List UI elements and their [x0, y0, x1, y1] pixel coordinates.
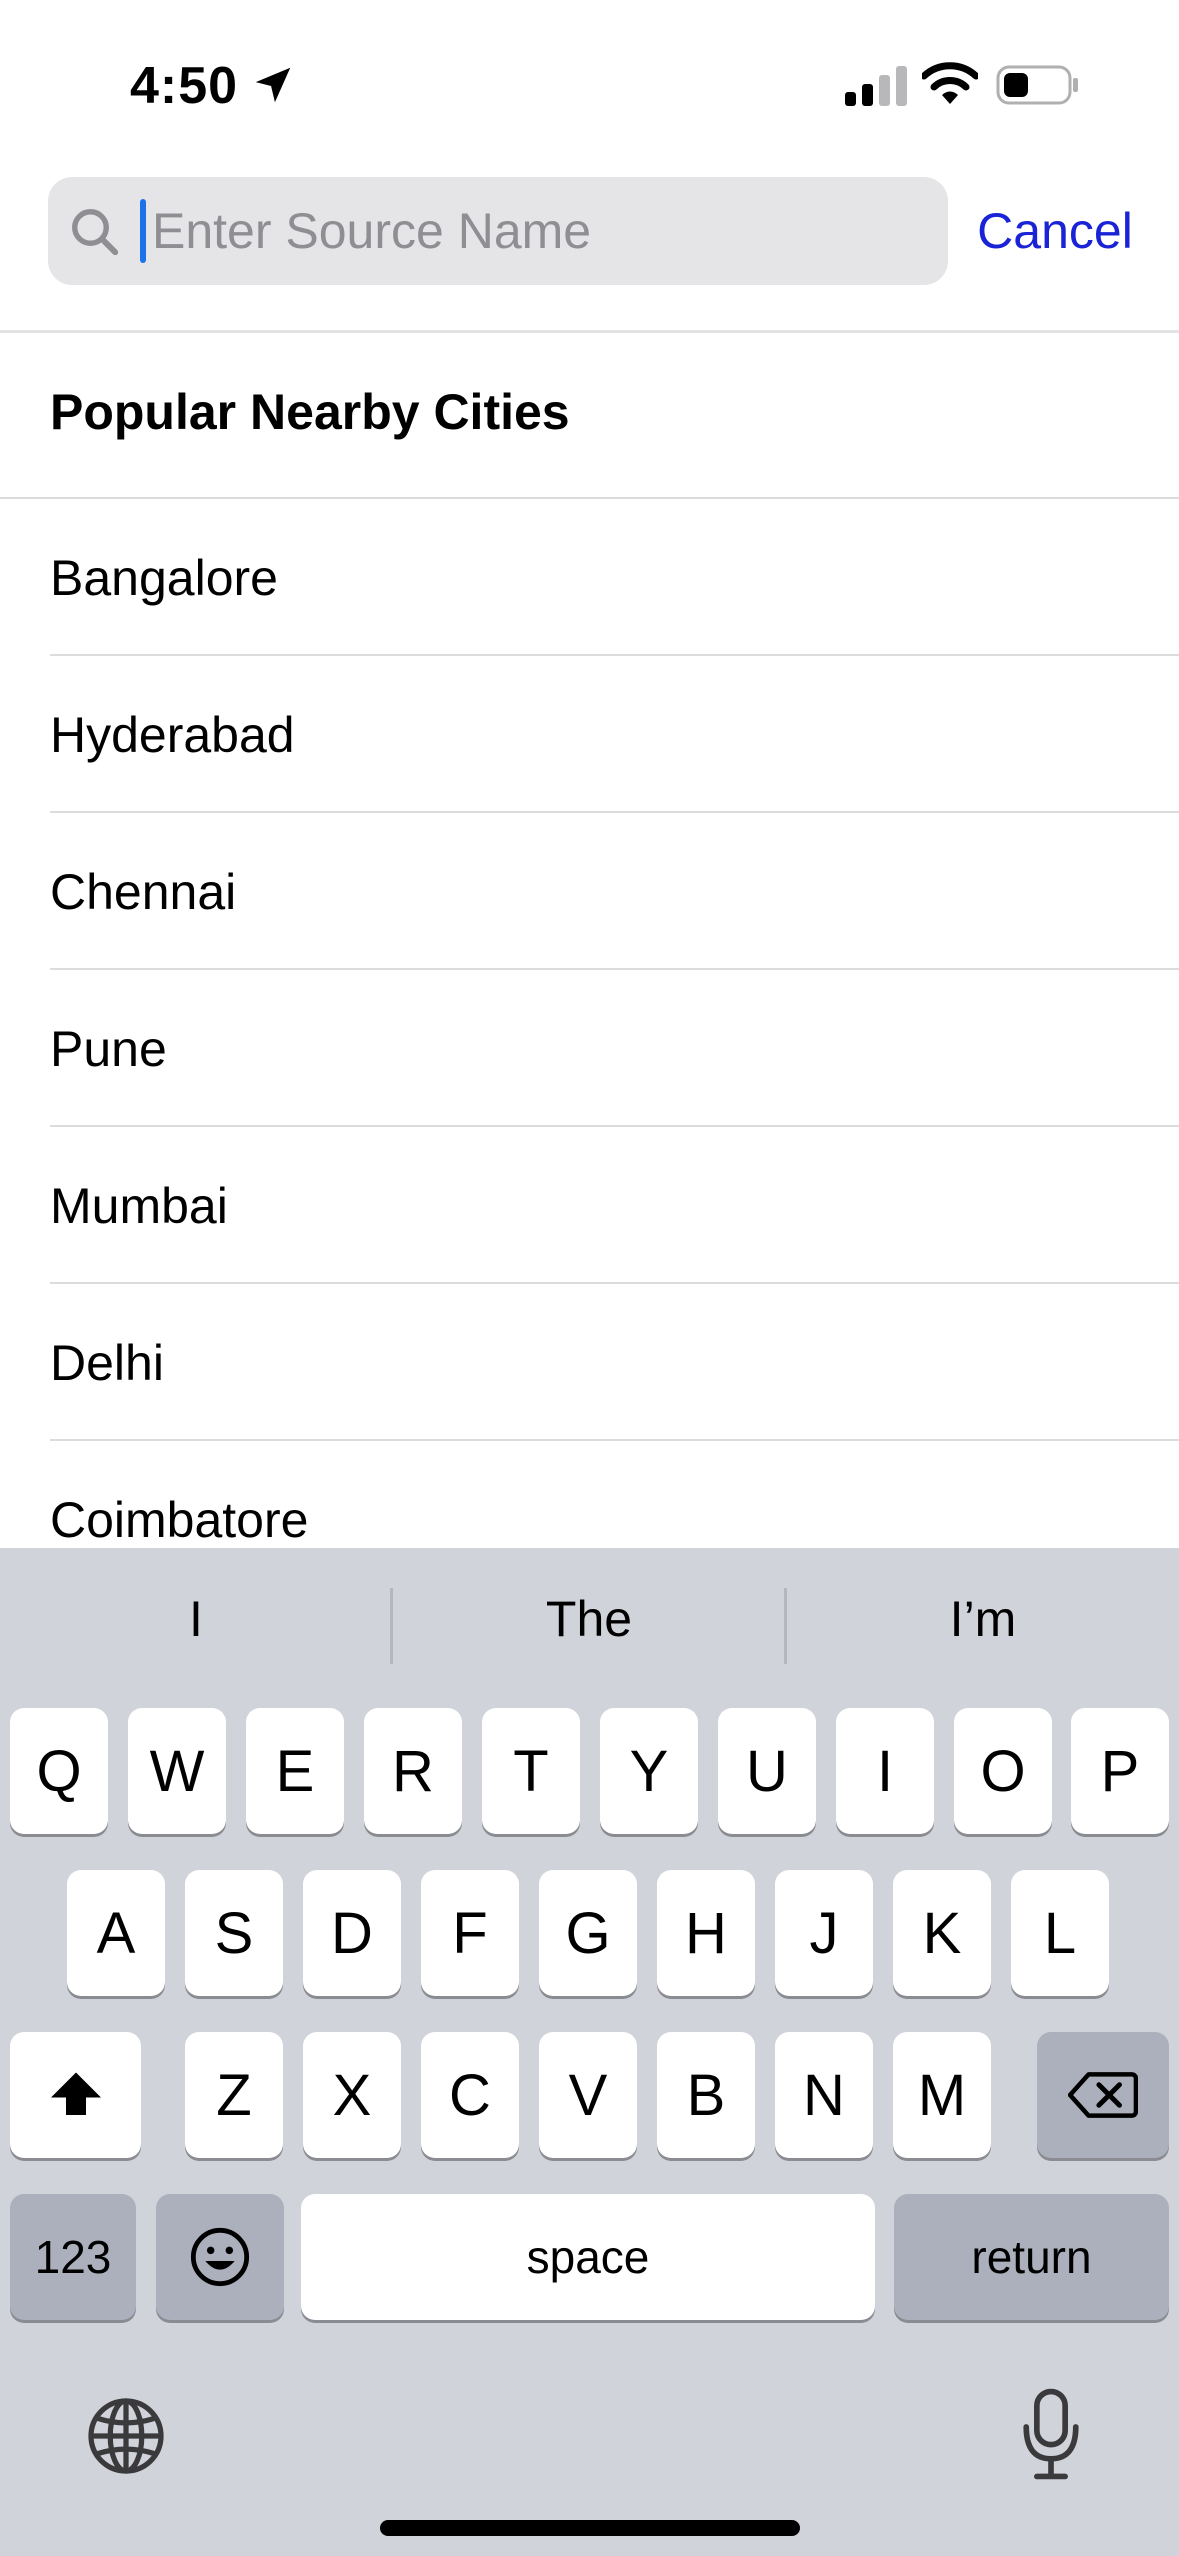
search-field[interactable]: [48, 177, 948, 285]
section-title: Popular Nearby Cities: [50, 384, 570, 440]
location-arrow-icon: [255, 67, 291, 103]
shift-key[interactable]: [10, 2032, 141, 2158]
globe-icon[interactable]: [84, 2394, 168, 2478]
cancel-button[interactable]: Cancel: [960, 195, 1150, 267]
key-p[interactable]: P: [1071, 1708, 1169, 1834]
key-a[interactable]: A: [67, 1870, 165, 1996]
key-k[interactable]: K: [893, 1870, 991, 1996]
key-x[interactable]: X: [303, 2032, 401, 2158]
city-label: Chennai: [50, 864, 237, 920]
text-caret: [140, 199, 146, 263]
suggestion-1[interactable]: I: [0, 1590, 392, 1648]
key-n[interactable]: N: [775, 2032, 873, 2158]
city-label: Coimbatore: [50, 1492, 309, 1548]
key-i[interactable]: I: [836, 1708, 934, 1834]
wifi-icon: [922, 62, 978, 104]
microphone-icon[interactable]: [1018, 2388, 1084, 2480]
city-row-mumbai[interactable]: Mumbai: [50, 1127, 1179, 1284]
key-f[interactable]: F: [421, 1870, 519, 1996]
city-label: Hyderabad: [50, 707, 295, 763]
key-z[interactable]: Z: [185, 2032, 283, 2158]
key-y[interactable]: Y: [600, 1708, 698, 1834]
key-g[interactable]: G: [539, 1870, 637, 1996]
key-q[interactable]: Q: [10, 1708, 108, 1834]
city-row-bangalore[interactable]: Bangalore: [50, 499, 1179, 656]
key-m[interactable]: M: [893, 2032, 991, 2158]
header-divider: [0, 330, 1179, 333]
key-d[interactable]: D: [303, 1870, 401, 1996]
predictive-text-bar: I The I’m: [0, 1548, 1179, 1698]
source-name-input[interactable]: [152, 187, 932, 275]
key-h[interactable]: H: [657, 1870, 755, 1996]
key-t[interactable]: T: [482, 1708, 580, 1834]
key-l[interactable]: L: [1011, 1870, 1109, 1996]
numbers-key[interactable]: 123: [10, 2194, 136, 2320]
status-bar: 4:50: [0, 0, 1179, 170]
search-icon: [72, 209, 119, 256]
key-s[interactable]: S: [185, 1870, 283, 1996]
backspace-key[interactable]: [1037, 2032, 1169, 2158]
keyboard: I The I’m Q W E R T Y U I O P A S D F G …: [0, 1548, 1179, 2556]
key-w[interactable]: W: [128, 1708, 226, 1834]
key-c[interactable]: C: [421, 2032, 519, 2158]
city-label: Mumbai: [50, 1178, 228, 1234]
shift-icon: [50, 2072, 101, 2115]
return-key[interactable]: return: [894, 2194, 1169, 2320]
key-j[interactable]: J: [775, 1870, 873, 1996]
cellular-signal-icon: [845, 66, 907, 106]
city-row-delhi[interactable]: Delhi: [50, 1284, 1179, 1441]
space-key[interactable]: space: [301, 2194, 875, 2320]
emoji-icon: [190, 2227, 250, 2287]
city-list: Bangalore Hyderabad Chennai Pune Mumbai …: [0, 499, 1179, 1598]
suggestion-2[interactable]: The: [393, 1590, 785, 1648]
city-label: Pune: [50, 1021, 167, 1077]
suggestion-3[interactable]: I’m: [787, 1590, 1179, 1648]
city-label: Delhi: [50, 1335, 164, 1391]
key-o[interactable]: O: [954, 1708, 1052, 1834]
status-time: 4:50: [130, 57, 239, 115]
city-row-chennai[interactable]: Chennai: [50, 813, 1179, 970]
key-e[interactable]: E: [246, 1708, 344, 1834]
key-r[interactable]: R: [364, 1708, 462, 1834]
city-row-pune[interactable]: Pune: [50, 970, 1179, 1127]
key-u[interactable]: U: [718, 1708, 816, 1834]
key-v[interactable]: V: [539, 2032, 637, 2158]
key-b[interactable]: B: [657, 2032, 755, 2158]
emoji-key[interactable]: [156, 2194, 284, 2320]
battery-icon: [996, 65, 1078, 105]
backspace-icon: [1068, 2072, 1138, 2118]
home-indicator: [380, 2520, 800, 2536]
city-label: Bangalore: [50, 550, 278, 606]
city-row-hyderabad[interactable]: Hyderabad: [50, 656, 1179, 813]
